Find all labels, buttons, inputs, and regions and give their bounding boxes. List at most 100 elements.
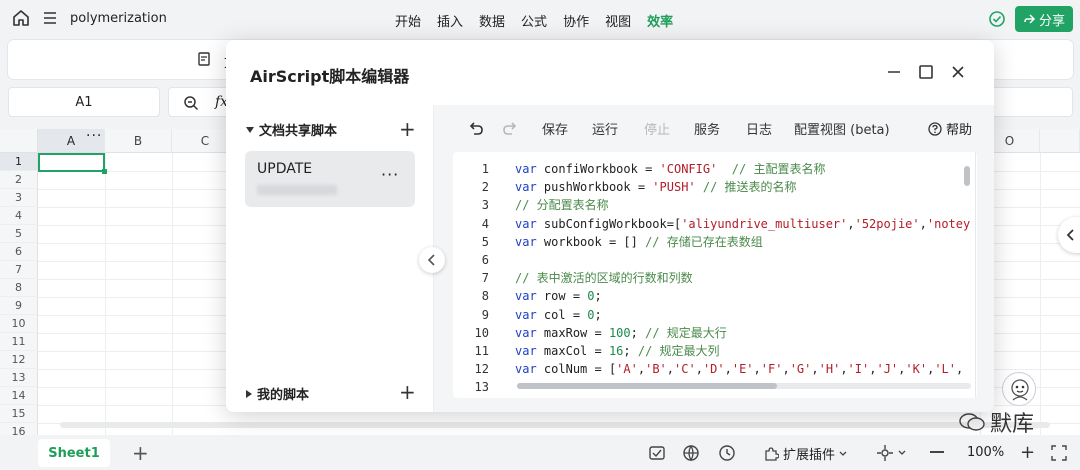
script-item-update[interactable]: UPDATE ···: [245, 151, 415, 207]
script-name: UPDATE: [257, 161, 313, 177]
side-panel-toggle[interactable]: [1058, 217, 1080, 253]
code-token: // 存储已存在表数组: [645, 234, 763, 249]
dialog-body: 文档共享脚本 + UPDATE ··· 我的脚本 + 保存 运行 停止 服务 日…: [226, 105, 994, 412]
zoom-level[interactable]: 100%: [967, 445, 1004, 460]
row-header[interactable]: 5: [0, 225, 38, 243]
code-editor[interactable]: 1 var confiWorkbook = 'CONFIG' // 主配置表名称 2…: [453, 152, 977, 398]
code-line[interactable]: 7 // 表中激活的区域的行数和列数: [453, 269, 977, 287]
code-line[interactable]: 12 var colNum = ['A','B','C','D','E','F',…: [453, 360, 977, 378]
run-button[interactable]: 运行: [592, 119, 618, 138]
column-more-icon[interactable]: ···: [86, 129, 102, 144]
row-header[interactable]: 11: [0, 333, 38, 351]
zoom-in-button[interactable]: +: [1020, 442, 1035, 463]
home-icon[interactable]: [12, 9, 30, 27]
service-button[interactable]: 服务: [694, 119, 720, 138]
row-header[interactable]: 13: [0, 369, 38, 387]
row-header[interactable]: 2: [0, 171, 38, 189]
row-header[interactable]: 9: [0, 297, 38, 315]
extensions-menu[interactable]: 扩展插件: [763, 444, 847, 463]
row-header[interactable]: 1: [0, 153, 38, 171]
row-header[interactable]: 4: [0, 207, 38, 225]
horizontal-scrollbar[interactable]: [60, 422, 1050, 428]
add-my-script-button[interactable]: +: [399, 380, 416, 404]
hamburger-menu-icon[interactable]: [42, 10, 58, 26]
fullscreen-icon[interactable]: [1050, 444, 1068, 462]
menu-home[interactable]: 开始: [395, 11, 421, 30]
row-header[interactable]: 15: [0, 405, 38, 423]
row-header[interactable]: 12: [0, 351, 38, 369]
code-line[interactable]: 6: [453, 251, 977, 269]
code-token: // 主配置表名称: [731, 162, 826, 176]
menu-data[interactable]: 数据: [479, 11, 505, 30]
line-number: 6: [481, 253, 489, 267]
globe-icon[interactable]: [682, 444, 700, 462]
menu-insert[interactable]: 插入: [437, 11, 463, 30]
row-header[interactable]: 16: [0, 423, 38, 435]
menu-efficiency[interactable]: 效率: [647, 11, 673, 30]
code-token: 0: [587, 289, 595, 304]
code-token: ,: [695, 362, 703, 377]
minimize-icon[interactable]: [886, 64, 902, 80]
code-token: ,: [956, 362, 964, 377]
zoom-search-icon[interactable]: [183, 95, 199, 111]
editor-horizontal-scrollbar[interactable]: [517, 383, 777, 389]
save-button[interactable]: 保存: [542, 119, 568, 138]
cloud-sync-icon[interactable]: [988, 10, 1006, 28]
code-line[interactable]: 11 var maxCol = 16; // 规定最大列: [453, 342, 977, 360]
shared-scripts-header[interactable]: 文档共享脚本: [245, 120, 337, 139]
code-line[interactable]: 3 // 分配置表名称: [453, 196, 977, 214]
select-all-corner[interactable]: [0, 129, 38, 153]
active-cell-a1[interactable]: [38, 153, 107, 174]
row-header[interactable]: 10: [0, 315, 38, 333]
menu-view[interactable]: 视图: [605, 11, 631, 30]
code-line[interactable]: 1 var confiWorkbook = 'CONFIG' // 主配置表名称: [453, 160, 977, 178]
row-header[interactable]: 8: [0, 279, 38, 297]
share-button[interactable]: 分享: [1015, 6, 1073, 32]
column-header-a[interactable]: A ···: [38, 129, 105, 153]
log-button[interactable]: 日志: [746, 119, 772, 138]
row-header[interactable]: 14: [0, 387, 38, 405]
maximize-icon[interactable]: [918, 64, 934, 80]
my-scripts-header[interactable]: 我的脚本: [245, 384, 309, 403]
shared-scripts-label: 文档共享脚本: [259, 124, 338, 139]
clock-icon[interactable]: [718, 444, 736, 462]
row-header[interactable]: 6: [0, 243, 38, 261]
zoom-out-button[interactable]: [930, 451, 944, 453]
cell-reference-box[interactable]: A1: [8, 87, 160, 117]
column-header-b[interactable]: B: [105, 129, 172, 153]
code-line[interactable]: 10 var maxRow = 100; // 规定最大行: [453, 324, 977, 342]
checklist-icon[interactable]: [648, 444, 666, 462]
more-options-icon[interactable]: ···: [381, 165, 399, 184]
document-icon[interactable]: [196, 51, 212, 67]
code-token: 100: [608, 325, 631, 340]
menu-formula[interactable]: 公式: [521, 11, 547, 30]
editor-vertical-scrollbar[interactable]: [964, 166, 970, 186]
collapse-pane-button[interactable]: [419, 247, 445, 273]
row-header[interactable]: 3: [0, 189, 38, 207]
code-line[interactable]: 8 var row = 0;: [453, 287, 977, 305]
code-line[interactable]: 9 var col = 0;: [453, 306, 977, 324]
code-line[interactable]: 5 var workbook = [] // 存储已存在表数组: [453, 233, 977, 251]
assistant-avatar-icon[interactable]: [1002, 372, 1036, 406]
column-header-next[interactable]: [1040, 129, 1080, 153]
sheet-tab[interactable]: Sheet1: [38, 439, 110, 467]
code-token: var: [515, 180, 537, 195]
menu-collab[interactable]: 协作: [563, 11, 589, 30]
add-shared-script-button[interactable]: +: [399, 117, 416, 141]
redo-icon[interactable]: [502, 120, 518, 136]
row-header[interactable]: 7: [0, 261, 38, 279]
code-token: 'E': [731, 362, 754, 377]
stop-button[interactable]: 停止: [644, 119, 670, 138]
undo-icon[interactable]: [468, 120, 484, 136]
help-button[interactable]: 帮助: [928, 119, 972, 138]
code-line[interactable]: 4 var subConfigWorkbook=['aliyundrive_mul…: [453, 215, 977, 233]
help-icon: [928, 121, 942, 136]
close-icon[interactable]: [950, 64, 966, 80]
add-sheet-button[interactable]: +: [132, 441, 149, 465]
code-line[interactable]: 2 var pushWorkbook = 'PUSH' // 推送表的名称: [453, 178, 977, 196]
freeze-pane-icon[interactable]: [876, 444, 894, 462]
document-title[interactable]: polymerization: [70, 11, 167, 26]
chevron-down-icon[interactable]: [898, 450, 906, 456]
code-token: ;: [623, 344, 638, 358]
config-view-button[interactable]: 配置视图 (beta): [794, 119, 890, 138]
